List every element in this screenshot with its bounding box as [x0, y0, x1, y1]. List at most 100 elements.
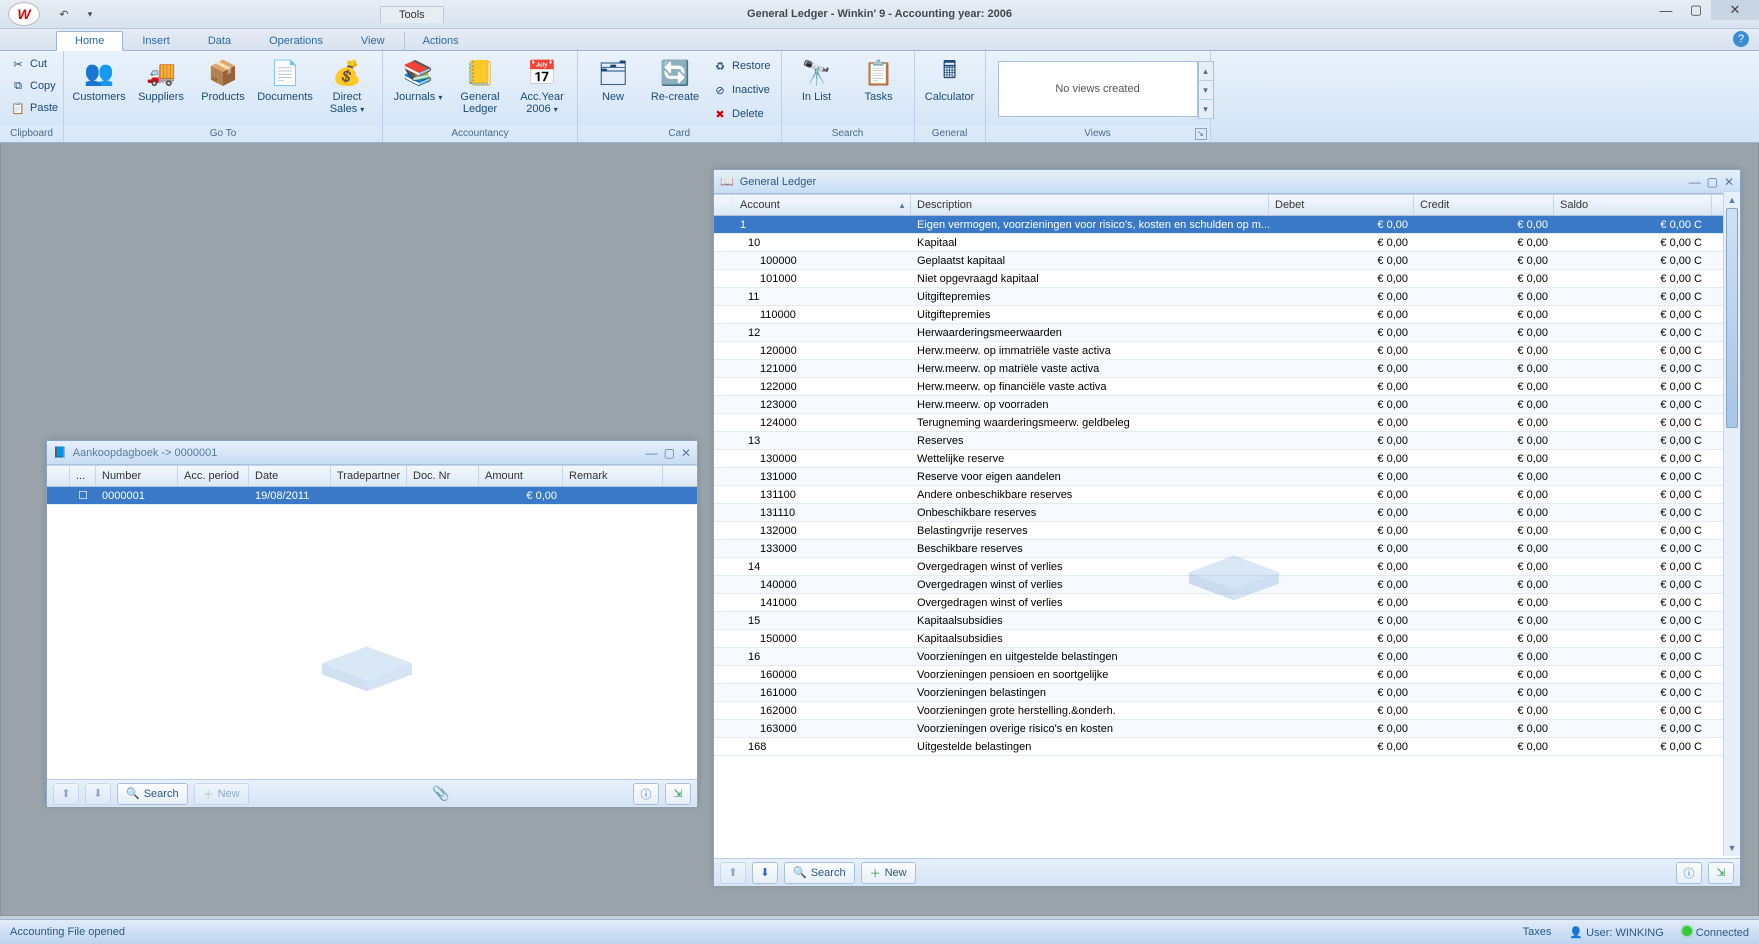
- gl-row[interactable]: 168Uitgestelde belastingen€ 0,00€ 0,00€ …: [714, 738, 1740, 756]
- gl-info-button[interactable]: ⓘ: [1676, 862, 1702, 884]
- gl-export-button[interactable]: ⇲: [1708, 862, 1734, 884]
- app-logo[interactable]: W: [8, 2, 40, 26]
- gl-row[interactable]: 15Kapitaalsubsidies€ 0,00€ 0,00€ 0,00 C: [714, 612, 1740, 630]
- minimize-button[interactable]: —: [1651, 0, 1681, 20]
- gl-titlebar[interactable]: 📖 General Ledger — ▢ ✕: [714, 170, 1740, 194]
- pj-col-docnr[interactable]: Doc. Nr: [407, 466, 479, 486]
- pj-down-button[interactable]: ⬇: [85, 783, 111, 805]
- gl-close-button[interactable]: ✕: [1724, 175, 1734, 189]
- gl-down-button[interactable]: ⬇: [752, 862, 778, 884]
- scroll-up-icon[interactable]: ▲: [1724, 192, 1740, 208]
- gl-row[interactable]: 133000Beschikbare reserves€ 0,00€ 0,00€ …: [714, 540, 1740, 558]
- gl-row[interactable]: 130000Wettelijke reserve€ 0,00€ 0,00€ 0,…: [714, 450, 1740, 468]
- tasks-button[interactable]: 📋Tasks: [850, 55, 908, 105]
- status-taxes[interactable]: Taxes: [1523, 926, 1552, 938]
- pj-col-number[interactable]: Number: [96, 466, 178, 486]
- pj-col-date[interactable]: Date: [249, 466, 331, 486]
- gl-new-button[interactable]: ＋New: [861, 862, 916, 884]
- gl-row[interactable]: 131100Andere onbeschikbare reserves€ 0,0…: [714, 486, 1740, 504]
- gl-row[interactable]: 141000Overgedragen winst of verlies€ 0,0…: [714, 594, 1740, 612]
- maximize-button[interactable]: ▢: [1681, 0, 1711, 20]
- pj-maximize-button[interactable]: ▢: [664, 446, 675, 460]
- gl-row[interactable]: 123000Herw.meerw. op voorraden€ 0,00€ 0,…: [714, 396, 1740, 414]
- gl-search-button[interactable]: 🔍Search: [784, 862, 855, 884]
- gl-row[interactable]: 163000Voorzieningen overige risico's en …: [714, 720, 1740, 738]
- pj-col-indicator[interactable]: [47, 466, 70, 486]
- tab-actions[interactable]: Actions: [404, 31, 478, 50]
- gl-row[interactable]: 1Eigen vermogen, voorzieningen voor risi…: [714, 216, 1740, 234]
- general-ledger-button[interactable]: 📒General Ledger: [451, 55, 509, 117]
- gl-row[interactable]: 11Uitgiftepremies€ 0,00€ 0,00€ 0,00 C: [714, 288, 1740, 306]
- gl-col-debet[interactable]: Debet: [1269, 195, 1414, 215]
- gl-row[interactable]: 16Voorzieningen en uitgestelde belasting…: [714, 648, 1740, 666]
- gl-maximize-button[interactable]: ▢: [1707, 175, 1718, 189]
- copy-button[interactable]: ⧉Copy: [6, 75, 60, 97]
- dialog-launcher-icon[interactable]: ↘: [1195, 128, 1207, 140]
- paste-button[interactable]: 📋Paste: [6, 97, 62, 119]
- products-button[interactable]: 📦Products: [194, 55, 252, 105]
- gl-row[interactable]: 131110Onbeschikbare reserves€ 0,00€ 0,00…: [714, 504, 1740, 522]
- gl-row[interactable]: 132000Belastingvrije reserves€ 0,00€ 0,0…: [714, 522, 1740, 540]
- pj-export-button[interactable]: ⇲: [665, 783, 691, 805]
- inactive-button[interactable]: ⊘Inactive: [708, 79, 775, 101]
- customers-button[interactable]: 👥Customers: [70, 55, 128, 105]
- pj-close-button[interactable]: ✕: [681, 446, 691, 460]
- gl-vscrollbar[interactable]: ▲ ▼: [1723, 192, 1740, 856]
- contextual-tab-tools[interactable]: Tools: [380, 6, 444, 23]
- gl-minimize-button[interactable]: —: [1689, 175, 1701, 189]
- inlist-button[interactable]: 🔭In List: [788, 55, 846, 105]
- scroll-thumb[interactable]: [1726, 208, 1738, 428]
- recreate-button[interactable]: 🔄Re-create: [646, 55, 704, 105]
- row-checkbox-icon[interactable]: ☐: [70, 489, 96, 502]
- pj-col-tradepartner[interactable]: Tradepartner: [331, 466, 407, 486]
- gl-row[interactable]: 120000Herw.meerw. op immatriële vaste ac…: [714, 342, 1740, 360]
- views-gallery[interactable]: No views created ▴▾▾: [998, 61, 1198, 117]
- pj-info-button[interactable]: ⓘ: [633, 783, 659, 805]
- gl-col-description[interactable]: Description: [911, 195, 1269, 215]
- gl-row[interactable]: 140000Overgedragen winst of verlies€ 0,0…: [714, 576, 1740, 594]
- help-icon[interactable]: ?: [1733, 31, 1749, 47]
- pj-new-button[interactable]: ＋New: [194, 783, 249, 805]
- pj-row-selected[interactable]: ☐ 0000001 19/08/2011 € 0,00: [47, 487, 697, 505]
- gl-row[interactable]: 110000Uitgiftepremies€ 0,00€ 0,00€ 0,00 …: [714, 306, 1740, 324]
- gl-row[interactable]: 162000Voorzieningen grote herstelling.&o…: [714, 702, 1740, 720]
- scroll-down-icon[interactable]: ▼: [1724, 840, 1740, 856]
- tab-data[interactable]: Data: [189, 31, 250, 50]
- gl-row[interactable]: 101000Niet opgevraagd kapitaal€ 0,00€ 0,…: [714, 270, 1740, 288]
- pj-search-button[interactable]: 🔍Search: [117, 783, 188, 805]
- tab-insert[interactable]: Insert: [123, 31, 189, 50]
- cut-button[interactable]: ✂Cut: [6, 53, 51, 75]
- pj-col-remark[interactable]: Remark: [563, 466, 663, 486]
- attachment-icon[interactable]: 📎: [432, 785, 449, 802]
- gl-col-credit[interactable]: Credit: [1414, 195, 1554, 215]
- tab-view[interactable]: View: [342, 31, 404, 50]
- calculator-button[interactable]: 🖩Calculator: [921, 55, 979, 105]
- pj-minimize-button[interactable]: —: [646, 446, 658, 460]
- documents-button[interactable]: 📄Documents: [256, 55, 314, 105]
- pj-col-accperiod[interactable]: Acc. period: [178, 466, 249, 486]
- close-button[interactable]: ✕: [1711, 0, 1759, 20]
- qat-customize-icon[interactable]: ▾: [80, 4, 100, 24]
- gl-col-indicator[interactable]: [714, 195, 732, 215]
- tab-home[interactable]: Home: [56, 31, 123, 51]
- pj-titlebar[interactable]: 📘 Aankoopdagboek -> 0000001 — ▢ ✕: [47, 441, 697, 465]
- journals-button[interactable]: 📚Journals ▾: [389, 55, 447, 106]
- gl-col-account[interactable]: Account▲: [732, 195, 911, 215]
- gl-up-button[interactable]: ⬆: [720, 862, 746, 884]
- direct-sales-button[interactable]: 💰Direct Sales ▾: [318, 55, 376, 118]
- gl-row[interactable]: 14Overgedragen winst of verlies€ 0,00€ 0…: [714, 558, 1740, 576]
- pj-col-amount[interactable]: Amount: [479, 466, 563, 486]
- suppliers-button[interactable]: 🚚Suppliers: [132, 55, 190, 105]
- acc-year-button[interactable]: 📅Acc.Year 2006 ▾: [513, 55, 571, 118]
- delete-button[interactable]: ✖Delete: [708, 103, 775, 125]
- gl-row[interactable]: 150000Kapitaalsubsidies€ 0,00€ 0,00€ 0,0…: [714, 630, 1740, 648]
- tab-operations[interactable]: Operations: [250, 31, 342, 50]
- gl-row[interactable]: 100000Geplaatst kapitaal€ 0,00€ 0,00€ 0,…: [714, 252, 1740, 270]
- gl-col-saldo[interactable]: Saldo: [1554, 195, 1712, 215]
- gl-row[interactable]: 124000Terugneming waarderingsmeerw. geld…: [714, 414, 1740, 432]
- gl-row[interactable]: 13Reserves€ 0,00€ 0,00€ 0,00 C: [714, 432, 1740, 450]
- pj-col-dots[interactable]: ...: [70, 466, 96, 486]
- pj-up-button[interactable]: ⬆: [53, 783, 79, 805]
- new-card-button[interactable]: 🗂New: [584, 55, 642, 105]
- gallery-scroll[interactable]: ▴▾▾: [1198, 61, 1214, 119]
